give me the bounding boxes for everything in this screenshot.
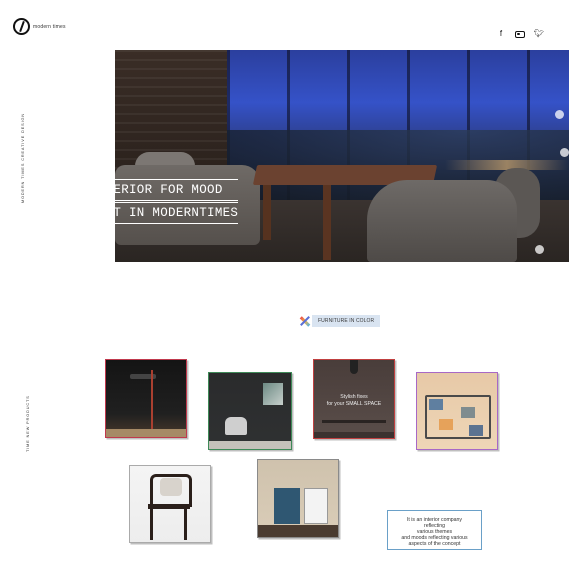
social-links: f 🐦︎ (496, 29, 544, 39)
hero-image (115, 50, 569, 262)
hero-title: INTERIOR FOR MOOD NEST IN MODERNTIMES (88, 179, 239, 225)
slider-dot-icon[interactable] (535, 245, 544, 254)
section-chip[interactable]: FURNITURE IN COLOR (312, 315, 381, 327)
section-heading: FURNITURE IN COLOR (298, 315, 381, 327)
slider-dot-icon[interactable] (555, 110, 564, 119)
slider-dot-icon[interactable] (560, 148, 569, 157)
product-tile-chair[interactable] (208, 372, 292, 450)
twitter-icon[interactable]: 🐦︎ (534, 29, 544, 39)
tile-caption-line2: for your SMALL SPACE (326, 401, 382, 407)
instagram-icon[interactable] (515, 30, 525, 38)
product-tile-floor-lamp[interactable] (105, 359, 187, 438)
logo-mark-icon (13, 18, 30, 35)
tile-caption-line1: Stylish fixes (340, 394, 368, 400)
info-line: aspects of the concept (408, 541, 461, 547)
pencil-icon (298, 315, 310, 327)
side-tagline: MODERN TIMES CREATIVE DESIGN (21, 112, 25, 203)
product-tile-cabinets[interactable] (257, 459, 339, 538)
facebook-icon[interactable]: f (496, 29, 506, 39)
hero-title-line2: NEST IN MODERNTIMES (88, 202, 239, 225)
product-tile-wooden-chair[interactable] (129, 465, 211, 543)
site-logo[interactable]: modern times (13, 18, 66, 35)
hero-title-line1: INTERIOR FOR MOOD (88, 179, 239, 202)
product-tile-color-boxes[interactable] (416, 372, 498, 450)
product-tile-small-space[interactable]: Stylish fixes for your SMALL SPACE (313, 359, 395, 439)
side-new-products: TIME NEW PRODUCTS (26, 395, 30, 452)
logo-text: modern times (33, 23, 66, 30)
company-info-box: It is an interior company reflecting var… (387, 510, 482, 550)
